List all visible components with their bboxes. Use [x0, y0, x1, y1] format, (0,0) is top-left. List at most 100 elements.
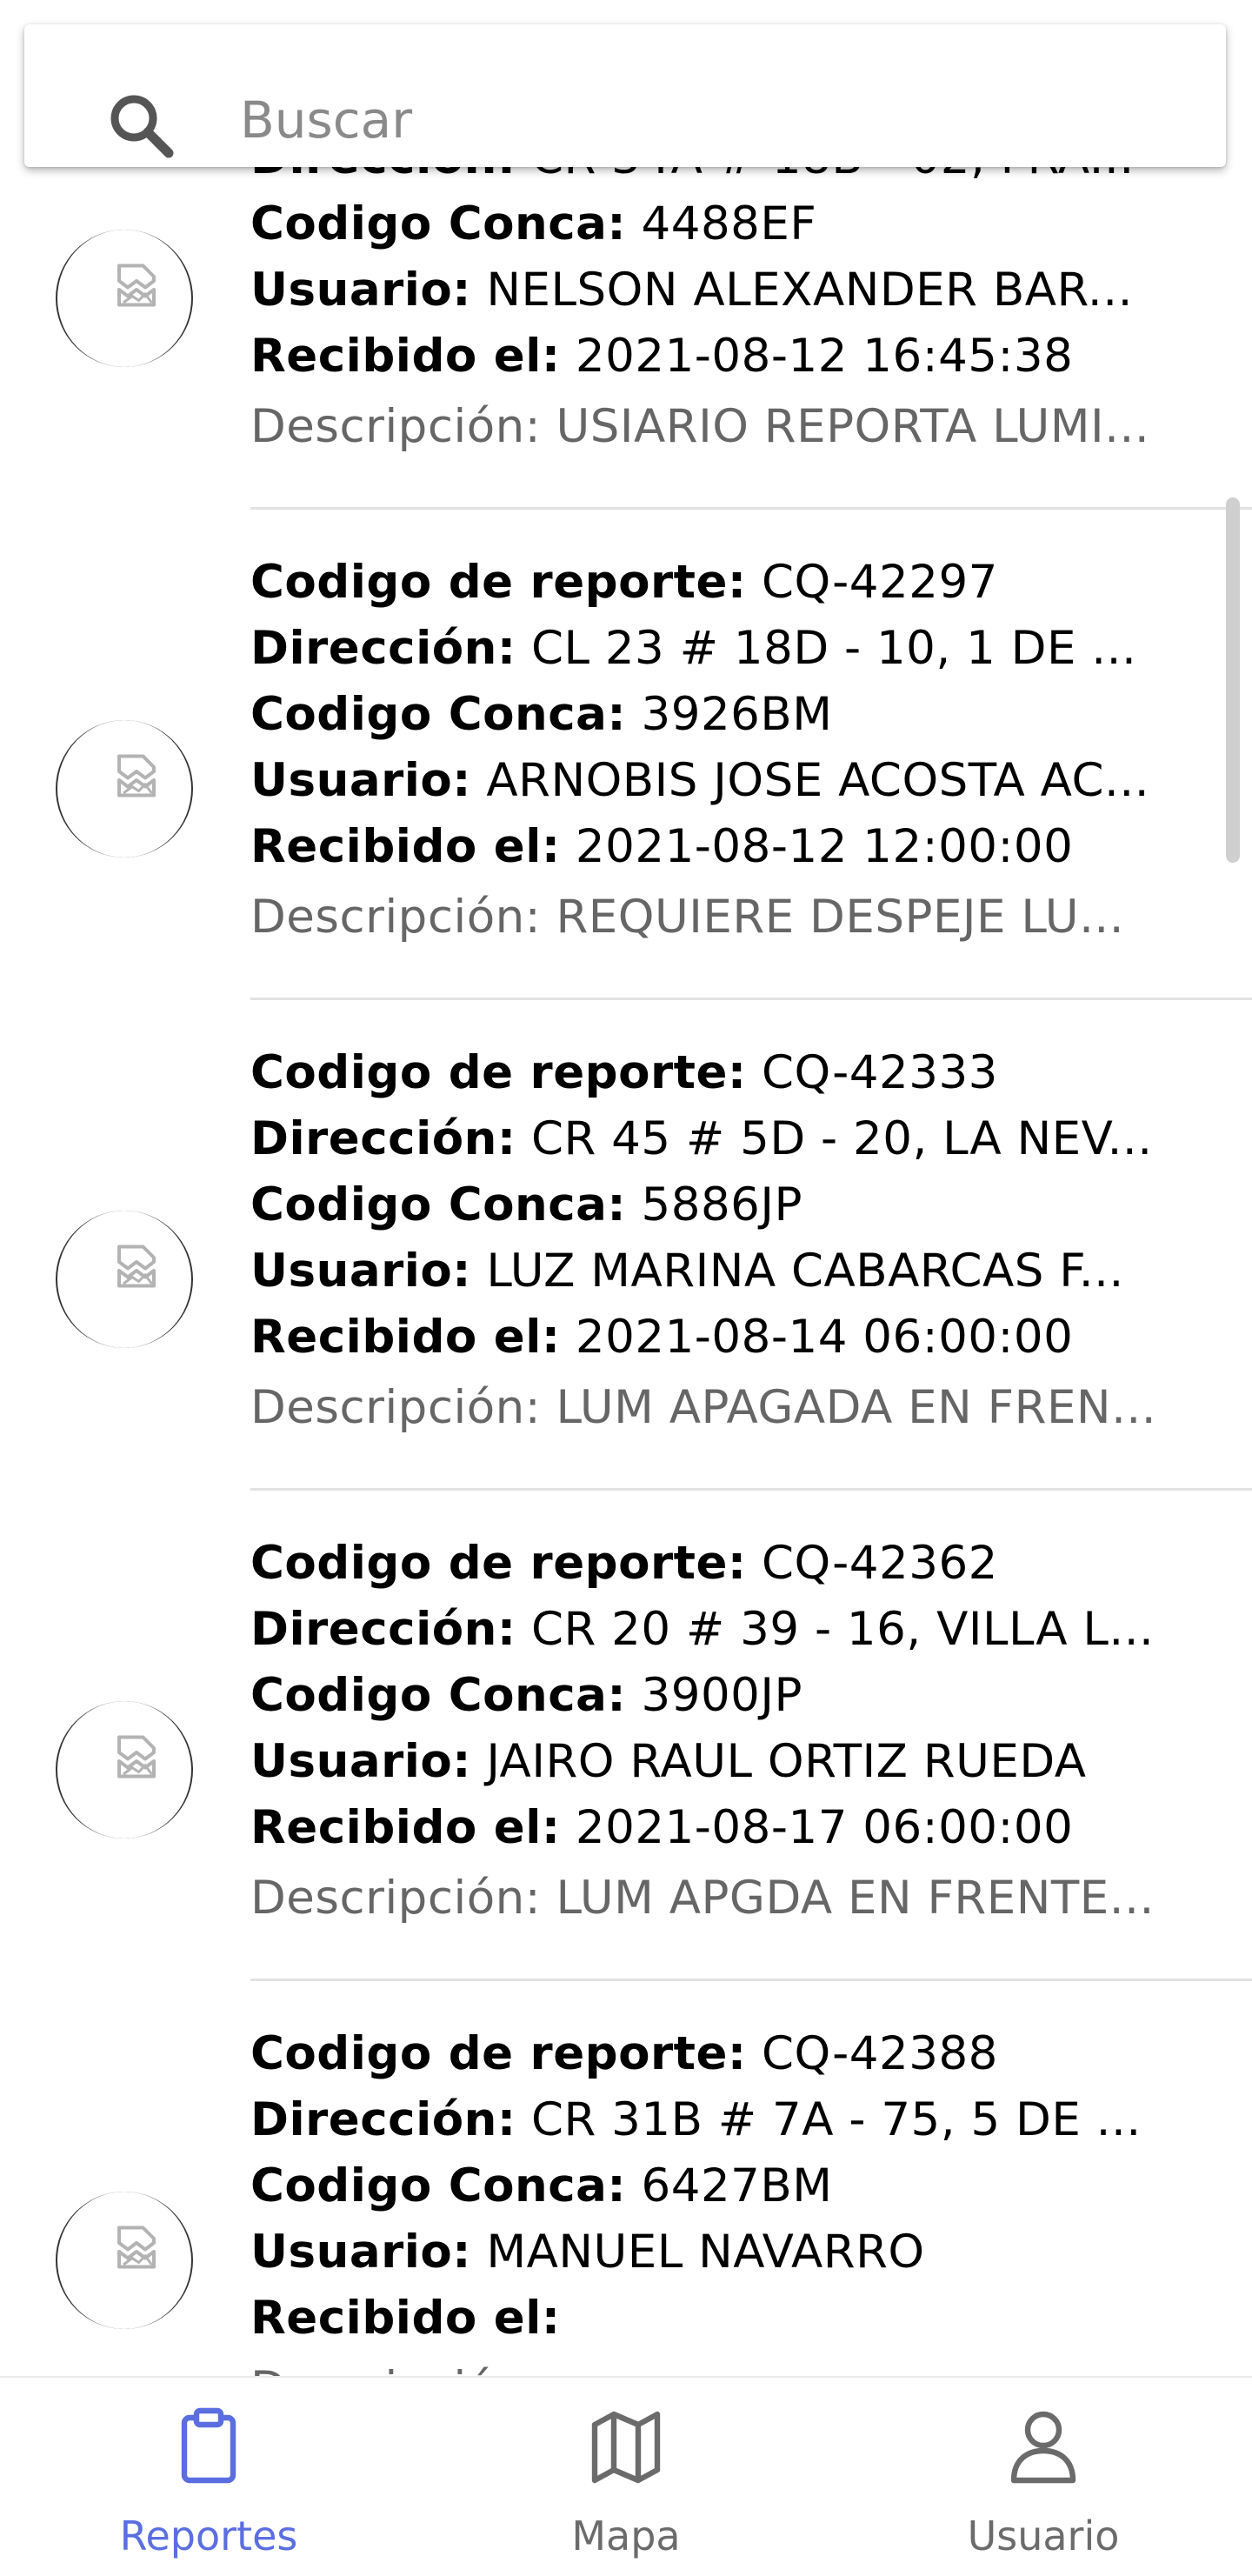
report-description-row: Descripción: USIARIO REPORTA LUMI...	[250, 390, 1189, 463]
search-icon[interactable]	[106, 90, 176, 160]
report-description-label: Descripción:	[250, 400, 542, 453]
report-description-label: Descripción:	[250, 1381, 542, 1434]
report-code-row: Codigo de reporte: CQ-42362	[250, 1531, 1189, 1597]
report-received-date-value: 2021-08-17 06:00:00	[575, 1801, 1074, 1854]
broken-image-icon	[117, 754, 156, 797]
report-received-date-row: Recibido el: 2021-08-14 06:00:00	[250, 1305, 1189, 1371]
broken-image-icon	[117, 2226, 156, 2269]
report-address-label: Dirección:	[250, 1603, 516, 1656]
report-conca-code-label: Codigo Conca:	[250, 688, 627, 741]
report-address-value: CL 23 # 18D - 10, 1 DE ...	[530, 622, 1137, 675]
nav-label-reportes: Reportes	[119, 2513, 298, 2559]
report-conca-code-value: 5886JP	[641, 1178, 802, 1231]
report-user-value: JAIRO RAUL ORTIZ RUEDA	[486, 1735, 1087, 1788]
report-code-value: CQ-42297	[761, 556, 998, 609]
report-received-date-row: Recibido el: 2021-08-12 12:00:00	[250, 814, 1189, 880]
report-user-row: Usuario: LUZ MARINA CABARCAS F...	[250, 1238, 1189, 1305]
report-code-label: Codigo de reporte:	[250, 1046, 747, 1099]
report-description-row: Descripción:	[250, 2352, 1189, 2376]
report-item[interactable]: Codigo de reporte: CQ-42333 Dirección: CR…	[0, 1000, 1252, 1491]
report-address-value: CR 34A # 18B - 02, FRA...	[531, 167, 1135, 184]
search-input[interactable]	[240, 77, 1196, 164]
report-item[interactable]: Codigo de reporte: CQ-42388 Dirección: CR…	[0, 1981, 1252, 2376]
broken-image-icon	[117, 1245, 156, 1288]
report-description-label: Descripción:	[250, 1872, 542, 1925]
nav-item-reportes[interactable]: Reportes	[0, 2378, 417, 2576]
report-conca-code-row: Codigo Conca: 3900JP	[250, 1663, 1189, 1729]
bottom-navigation: Reportes Mapa Usuario	[0, 2376, 1252, 2576]
report-thumbnail	[56, 1211, 193, 1348]
report-address-row: Dirección: CL 23 # 18D - 10, 1 DE ...	[250, 616, 1189, 682]
nav-label-usuario: Usuario	[967, 2513, 1120, 2559]
report-description-value: REQUIERE DESPEJE LU...	[556, 891, 1125, 944]
report-details: Codigo de reporte: CQ-42388 Dirección: CR…	[250, 2021, 1189, 2376]
report-address-label: Dirección:	[250, 2093, 516, 2146]
report-code-row: Codigo de reporte: CQ-42388	[250, 2021, 1189, 2087]
report-item[interactable]: Codigo de reporte: CQ-42362 Dirección: CR…	[0, 1491, 1252, 1981]
report-conca-code-label: Codigo Conca:	[250, 1669, 627, 1722]
report-conca-code-value: 3900JP	[641, 1669, 802, 1722]
report-received-date-row: Recibido el: 2021-08-12 16:45:38	[250, 324, 1189, 390]
report-user-label: Usuario:	[250, 2226, 471, 2279]
report-address-row: Dirección: CR 45 # 5D - 20, LA NEV...	[250, 1106, 1189, 1172]
report-user-label: Usuario:	[250, 264, 471, 317]
report-user-row: Usuario: ARNOBIS JOSE ACOSTA AC...	[250, 748, 1189, 814]
report-thumbnail	[56, 2192, 193, 2329]
report-user-label: Usuario:	[250, 1735, 471, 1788]
report-user-row: Usuario: MANUEL NAVARRO	[250, 2219, 1189, 2286]
report-thumbnail	[56, 1701, 193, 1839]
report-address-value: CR 20 # 39 - 16, VILLA L...	[530, 1603, 1155, 1656]
report-received-date-label: Recibido el:	[250, 1801, 561, 1854]
report-user-row: Usuario: JAIRO RAUL ORTIZ RUEDA	[250, 1729, 1189, 1795]
report-address-row: Dirección: CR 31B # 7A - 75, 5 DE ...	[250, 2087, 1189, 2153]
report-address-label: Dirección:	[250, 167, 516, 184]
report-code-label: Codigo de reporte:	[250, 1537, 747, 1590]
report-user-value: MANUEL NAVARRO	[486, 2226, 925, 2279]
report-description-row: Descripción: LUM APAGADA EN FREN...	[250, 1371, 1189, 1444]
report-conca-code-label: Codigo Conca:	[250, 197, 627, 250]
report-received-date-label: Recibido el:	[250, 330, 561, 383]
report-description-value: USIARIO REPORTA LUMI...	[556, 400, 1150, 453]
report-received-date-label: Recibido el:	[250, 820, 561, 873]
report-received-date-label: Recibido el:	[250, 1311, 561, 1364]
report-user-row: Usuario: NELSON ALEXANDER BAR...	[250, 257, 1189, 324]
report-code-row: Codigo de reporte: CQ-42297	[250, 550, 1189, 616]
report-user-value: ARNOBIS JOSE ACOSTA AC...	[486, 754, 1150, 807]
report-conca-code-value: 3926BM	[641, 688, 833, 741]
report-description-value: LUM APAGADA EN FREN...	[556, 1381, 1157, 1434]
report-code-label: Codigo de reporte:	[250, 556, 747, 609]
report-received-date-value: 2021-08-14 06:00:00	[575, 1311, 1074, 1364]
report-address-label: Dirección:	[250, 622, 516, 675]
nav-item-usuario[interactable]: Usuario	[835, 2378, 1252, 2576]
report-received-date-value: 2021-08-12 16:45:38	[575, 330, 1074, 383]
map-icon	[591, 2411, 661, 2484]
report-details: Codigo de reporte: CQ-42282Dirección: CR…	[250, 167, 1189, 463]
nav-item-mapa[interactable]: Mapa	[417, 2378, 835, 2576]
clipboard-icon	[181, 2407, 236, 2484]
report-address-row: Dirección: CR 20 # 39 - 16, VILLA L...	[250, 1597, 1189, 1663]
report-user-label: Usuario:	[250, 1245, 471, 1298]
report-code-value: CQ-42362	[761, 1537, 998, 1590]
report-address-value: CR 31B # 7A - 75, 5 DE ...	[530, 2093, 1142, 2146]
user-icon	[1010, 2411, 1076, 2484]
report-list[interactable]: Codigo de reporte: CQ-42282Dirección: CR…	[0, 167, 1252, 2376]
report-item[interactable]: Codigo de reporte: CQ-42297 Dirección: CL…	[0, 510, 1252, 1000]
report-code-value: CQ-42333	[761, 1046, 998, 1099]
report-address-row: Dirección: CR 34A # 18B - 02, FRA...	[250, 167, 1189, 191]
report-received-date-row: Recibido el: 2021-08-17 06:00:00	[250, 1795, 1189, 1861]
report-conca-code-row: Codigo Conca: 4488EF	[250, 191, 1189, 257]
report-description-value: LUM APGDA EN FRENTE...	[556, 1872, 1155, 1925]
report-conca-code-value: 4488EF	[641, 197, 817, 250]
report-item[interactable]: Codigo de reporte: CQ-42282Dirección: CR…	[0, 167, 1252, 510]
report-conca-code-row: Codigo Conca: 3926BM	[250, 682, 1189, 748]
report-details: Codigo de reporte: CQ-42333 Dirección: CR…	[250, 1040, 1189, 1444]
nav-label-mapa: Mapa	[571, 2513, 681, 2559]
report-code-row: Codigo de reporte: CQ-42333	[250, 1040, 1189, 1106]
report-description-label: Descripción:	[250, 2362, 541, 2376]
report-address-label: Dirección:	[250, 1112, 516, 1165]
scrollbar[interactable]	[1226, 497, 1240, 863]
report-received-date-label: Recibido el:	[250, 2292, 561, 2345]
report-conca-code-value: 6427BM	[641, 2159, 833, 2212]
report-user-label: Usuario:	[250, 754, 471, 807]
report-description-row: Descripción: REQUIERE DESPEJE LU...	[250, 880, 1189, 953]
